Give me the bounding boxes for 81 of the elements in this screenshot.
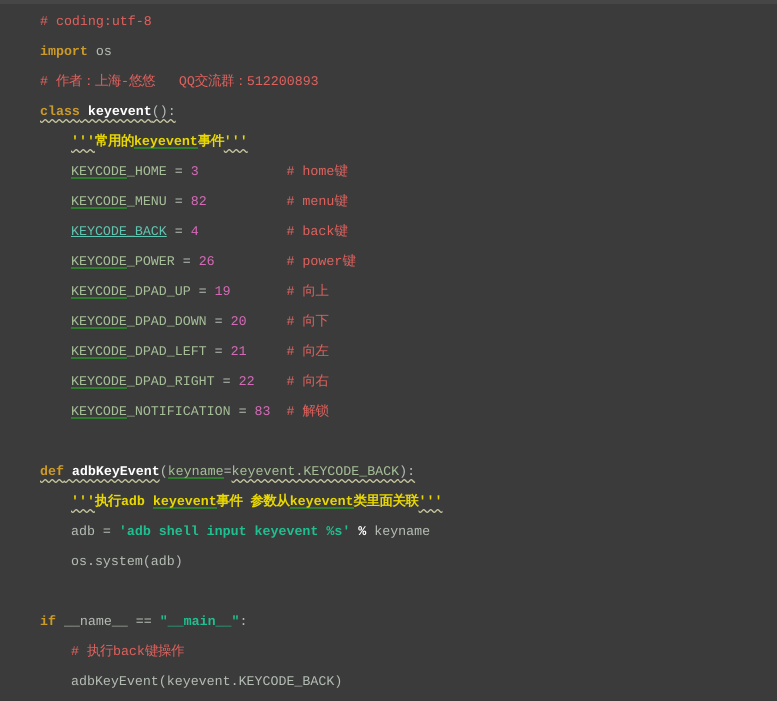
definition-name: adbKeyEvent <box>70 464 160 479</box>
identifier: _DPAD_UP <box>126 284 191 299</box>
identifier: _NOTIFICATION <box>126 404 231 419</box>
number-literal: 4 <box>190 224 199 239</box>
code-text: = <box>224 464 232 479</box>
identifier: KEYCODE <box>71 164 127 179</box>
code-comment: # menu键 <box>286 194 348 209</box>
code-comment: # coding:utf-8 <box>40 14 152 29</box>
identifier: KEYCODE <box>71 374 127 389</box>
identifier-reference: KEYCODE_BACK <box>71 224 167 239</box>
string-literal: "__main__" <box>160 614 240 629</box>
identifier: _HOME <box>126 164 167 179</box>
code-comment: # power键 <box>286 254 356 269</box>
identifier: _DPAD_DOWN <box>126 314 207 329</box>
number-literal: 26 <box>198 254 215 269</box>
code-text: = <box>182 254 192 269</box>
code-text: = <box>198 284 208 299</box>
number-literal: 20 <box>230 314 247 329</box>
identifier: KEYCODE <box>71 344 127 359</box>
number-literal: 19 <box>214 284 231 299</box>
code-text: __name__ == <box>62 614 153 629</box>
code-text: ( <box>160 464 168 479</box>
code-text: = <box>214 314 224 329</box>
identifier: KEYCODE <box>71 284 127 299</box>
code-text: = <box>174 194 184 209</box>
docstring: 类里面关联 <box>354 494 419 509</box>
docstring: ''' <box>71 494 95 509</box>
docstring: keyevent <box>152 494 217 509</box>
code-comment: # 作者：上海-悠悠 QQ交流群：512200893 <box>40 74 319 89</box>
identifier: _DPAD_LEFT <box>126 344 207 359</box>
docstring: 事件 <box>198 134 224 149</box>
code-text: (): <box>152 104 176 119</box>
docstring: ''' <box>71 134 95 149</box>
code-comment: # back键 <box>286 224 348 239</box>
identifier: KEYCODE <box>71 254 127 269</box>
docstring: keyevent <box>290 494 354 509</box>
identifier: _POWER <box>126 254 175 269</box>
identifier: _DPAD_RIGHT <box>126 374 215 389</box>
code-comment: # 向左 <box>286 344 328 359</box>
code-comment: # 执行back键操作 <box>71 644 184 659</box>
code-text: = <box>214 344 224 359</box>
code-text: adb = <box>71 524 112 539</box>
operator: % <box>357 524 366 539</box>
docstring: keyevent <box>134 134 198 149</box>
number-literal: 3 <box>190 164 199 179</box>
identifier: KEYCODE <box>71 194 127 209</box>
code-text: ): <box>399 464 416 479</box>
code-comment: # 向上 <box>286 284 328 299</box>
docstring: 常用的 <box>94 134 134 149</box>
string-literal: 'adb shell input keyevent %s' <box>118 524 350 539</box>
code-text: adbKeyEvent(keyevent.KEYCODE_BACK) <box>71 674 342 689</box>
number-literal: 22 <box>238 374 255 389</box>
number-literal: 83 <box>254 404 271 419</box>
code-text: = <box>238 404 248 419</box>
identifier: keyevent.KEYCODE_BACK <box>232 464 400 479</box>
code-text: os.system(adb) <box>71 554 183 569</box>
number-literal: 82 <box>190 194 207 209</box>
number-literal: 21 <box>230 344 247 359</box>
docstring: ''' <box>224 134 248 149</box>
code-comment: # home键 <box>286 164 348 179</box>
code-comment: # 解锁 <box>286 404 328 419</box>
identifier: KEYCODE <box>71 404 127 419</box>
code-text: = <box>222 374 232 389</box>
docstring: 执行adb <box>94 494 146 509</box>
docstring: 事件 参数从 <box>216 494 290 509</box>
keyword: class <box>40 104 80 119</box>
keyword: import <box>40 44 88 59</box>
identifier: _MENU <box>126 194 167 209</box>
identifier: KEYCODE <box>71 314 127 329</box>
keyword: def <box>40 464 64 479</box>
code-text: : <box>240 614 248 629</box>
code-text: keyname <box>373 524 430 539</box>
code-text: = <box>174 224 184 239</box>
code-comment: # 向下 <box>286 314 328 329</box>
code-comment: # 向右 <box>286 374 328 389</box>
code-text: = <box>174 164 184 179</box>
identifier: keyname <box>168 464 224 479</box>
keyword: if <box>40 614 56 629</box>
definition-name: keyevent <box>86 104 152 119</box>
docstring: ''' <box>418 494 442 509</box>
code-text: os <box>94 44 112 59</box>
